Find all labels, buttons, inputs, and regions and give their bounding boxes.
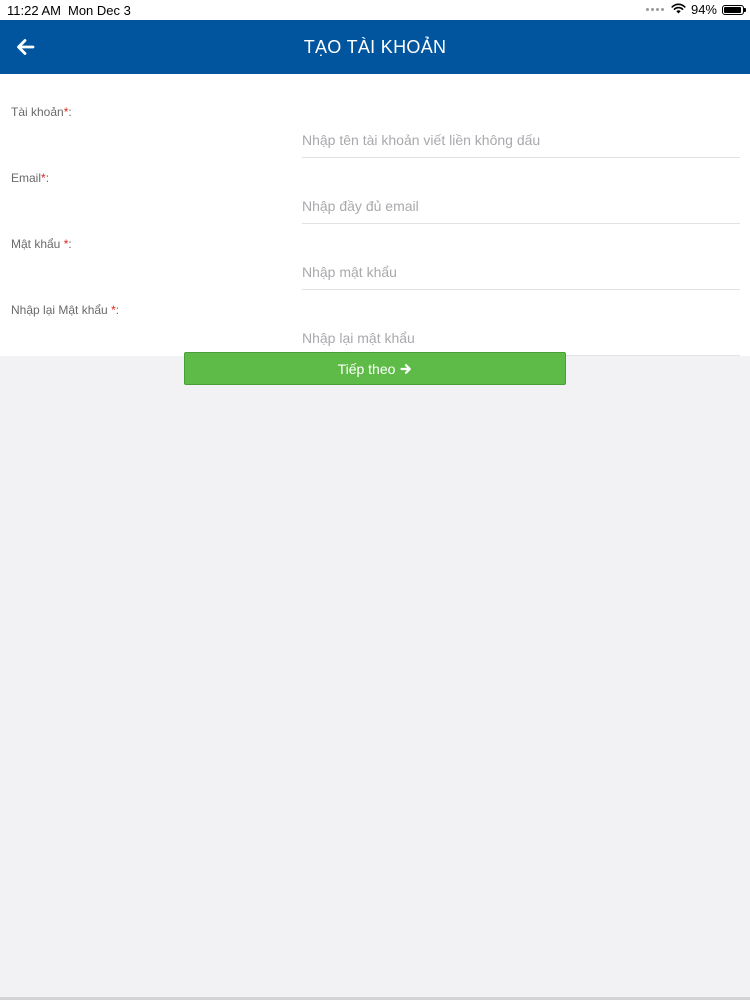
battery-percent: 94%: [690, 2, 717, 17]
status-time: 11:22 AM: [7, 3, 61, 18]
status-bar: 11:22 AM Mon Dec 3 94%: [0, 0, 750, 20]
status-date: Mon Dec 3: [68, 3, 131, 18]
page-title: TẠO TÀI KHOẢN: [303, 37, 447, 57]
account-label: Tài khoản*:: [11, 105, 72, 119]
form-row-password: Mật khẩu *:: [0, 228, 750, 294]
registration-form: Tài khoản*: Email*: Mật khẩu *: Nhập lại…: [0, 74, 750, 356]
arrow-right-icon: [400, 363, 412, 375]
nav-bar: TẠO TÀI KHOẢN: [0, 20, 750, 74]
signal-icon: [645, 8, 664, 11]
status-indicators: 94%: [645, 2, 746, 17]
password-input[interactable]: [302, 254, 740, 290]
next-button-label: Tiếp theo: [337, 360, 396, 377]
account-input[interactable]: [302, 122, 740, 158]
battery-icon: [722, 4, 746, 15]
form-row-confirm-password: Nhập lại Mật khẩu *:: [0, 294, 750, 360]
wifi-icon: [671, 2, 686, 17]
email-input[interactable]: [302, 188, 740, 224]
confirm-password-label: Nhập lại Mật khẩu *:: [11, 303, 120, 317]
confirm-password-input[interactable]: [302, 320, 740, 356]
form-row-account: Tài khoản*:: [0, 96, 750, 162]
password-label: Mật khẩu *:: [11, 237, 72, 251]
email-label: Email*:: [11, 171, 50, 185]
next-button[interactable]: Tiếp theo: [184, 352, 566, 385]
form-row-email: Email*:: [0, 162, 750, 228]
